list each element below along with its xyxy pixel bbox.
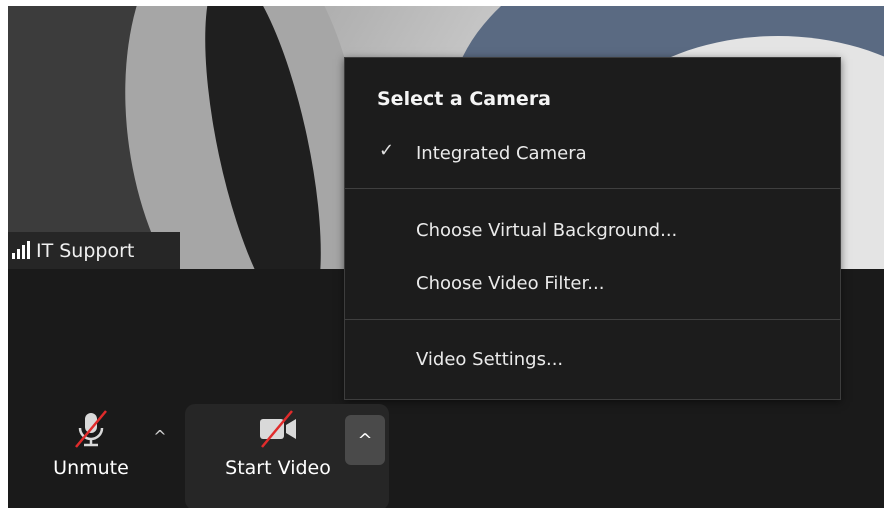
menu-item-label: Integrated Camera — [416, 142, 587, 164]
meeting-window: IT Support Select a Camera ✓ Integrated … — [8, 6, 884, 508]
check-icon: ✓ — [379, 140, 395, 161]
video-camera-off-icon — [260, 410, 296, 448]
microphone-muted-icon — [75, 410, 107, 448]
video-options-caret[interactable]: ^ — [345, 415, 385, 465]
participant-name: IT Support — [36, 239, 135, 262]
menu-item-integrated-camera[interactable]: ✓ Integrated Camera — [345, 135, 840, 171]
menu-item-label: Video Settings... — [416, 348, 564, 370]
unmute-label: Unmute — [53, 457, 129, 479]
unmute-button[interactable]: Unmute — [44, 409, 138, 479]
start-video-label: Start Video — [225, 457, 331, 479]
menu-divider — [345, 188, 840, 189]
audio-options-caret[interactable]: ^ — [149, 426, 171, 448]
menu-item-video-settings[interactable]: Video Settings... — [345, 341, 840, 377]
start-video-button[interactable]: Start Video — [203, 409, 353, 479]
menu-item-label: Choose Video Filter... — [416, 272, 605, 294]
signal-bars-icon — [12, 240, 30, 259]
participant-name-tag: IT Support — [8, 232, 180, 269]
menu-item-video-filter[interactable]: Choose Video Filter... — [345, 265, 840, 301]
camera-menu: Select a Camera ✓ Integrated Camera Choo… — [344, 57, 841, 400]
menu-divider — [345, 319, 840, 320]
menu-title: Select a Camera — [377, 88, 552, 110]
menu-item-virtual-background[interactable]: Choose Virtual Background... — [345, 212, 840, 248]
menu-item-label: Choose Virtual Background... — [416, 219, 678, 241]
